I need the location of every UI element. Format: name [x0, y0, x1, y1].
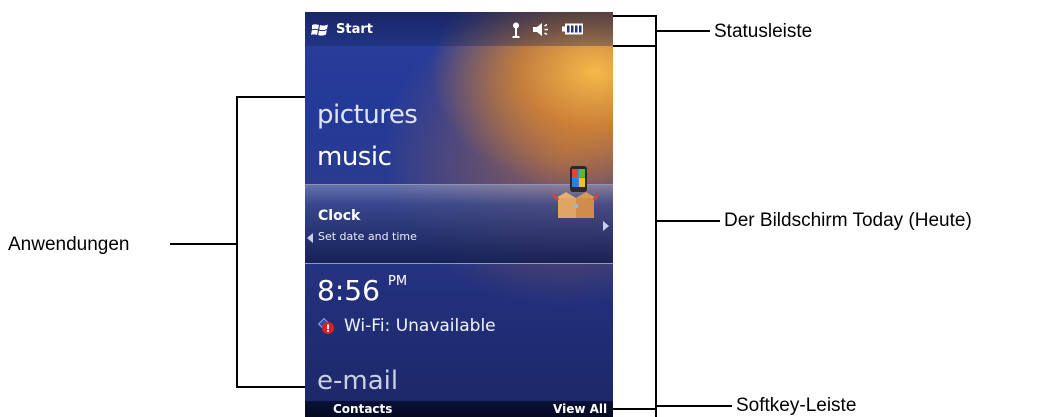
clock-subtitle: Set date and time — [318, 230, 417, 243]
battery-icon[interactable] — [562, 23, 584, 35]
getting-started-gift-icon — [552, 166, 600, 218]
wifi-status[interactable]: Wi-Fi: Unavailable — [344, 316, 496, 336]
chevron-right-icon[interactable] — [603, 221, 609, 231]
chevron-left-icon[interactable] — [307, 233, 313, 243]
app-music[interactable]: music — [317, 142, 392, 172]
app-email[interactable]: e-mail — [317, 366, 398, 396]
windows-logo-icon[interactable] — [311, 22, 329, 38]
speaker-muted-icon[interactable] — [532, 21, 552, 38]
app-pictures[interactable]: pictures — [317, 100, 418, 130]
annotation-today-screen: Der Bildschirm Today (Heute) — [724, 210, 972, 231]
bracket-anwendungen — [236, 96, 238, 388]
antenna-icon[interactable] — [510, 22, 522, 38]
pointer-anwendungen — [170, 243, 236, 245]
bracket-anwendungen — [236, 386, 305, 388]
bracket-today-screen — [655, 47, 657, 410]
annotation-statusleiste: Statusleiste — [714, 21, 813, 42]
pointer-statusleiste — [657, 30, 710, 32]
clock-title: Clock — [318, 208, 361, 224]
pointer-today-screen — [657, 220, 720, 222]
bracket-today-screen — [613, 408, 657, 410]
start-button[interactable]: Start — [336, 22, 373, 37]
today-screen: Start pictures music Clock Set date and … — [305, 12, 613, 417]
bracket-softkey — [655, 400, 657, 417]
bracket-statusleiste — [613, 15, 657, 17]
softkey-contacts-button[interactable]: Contacts — [333, 402, 392, 416]
annotation-anwendungen: Anwendungen — [8, 234, 130, 255]
pointer-softkey — [657, 405, 732, 407]
bracket-anwendungen — [236, 96, 305, 98]
bracket-statusleiste — [613, 45, 657, 47]
annotation-softkey-leiste: Softkey-Leiste — [736, 395, 857, 416]
wifi-unavailable-icon — [318, 318, 334, 334]
softkey-view-all-button[interactable]: View All — [553, 402, 607, 416]
time-display[interactable]: 8:56 — [317, 274, 380, 307]
time-ampm: PM — [388, 274, 408, 289]
